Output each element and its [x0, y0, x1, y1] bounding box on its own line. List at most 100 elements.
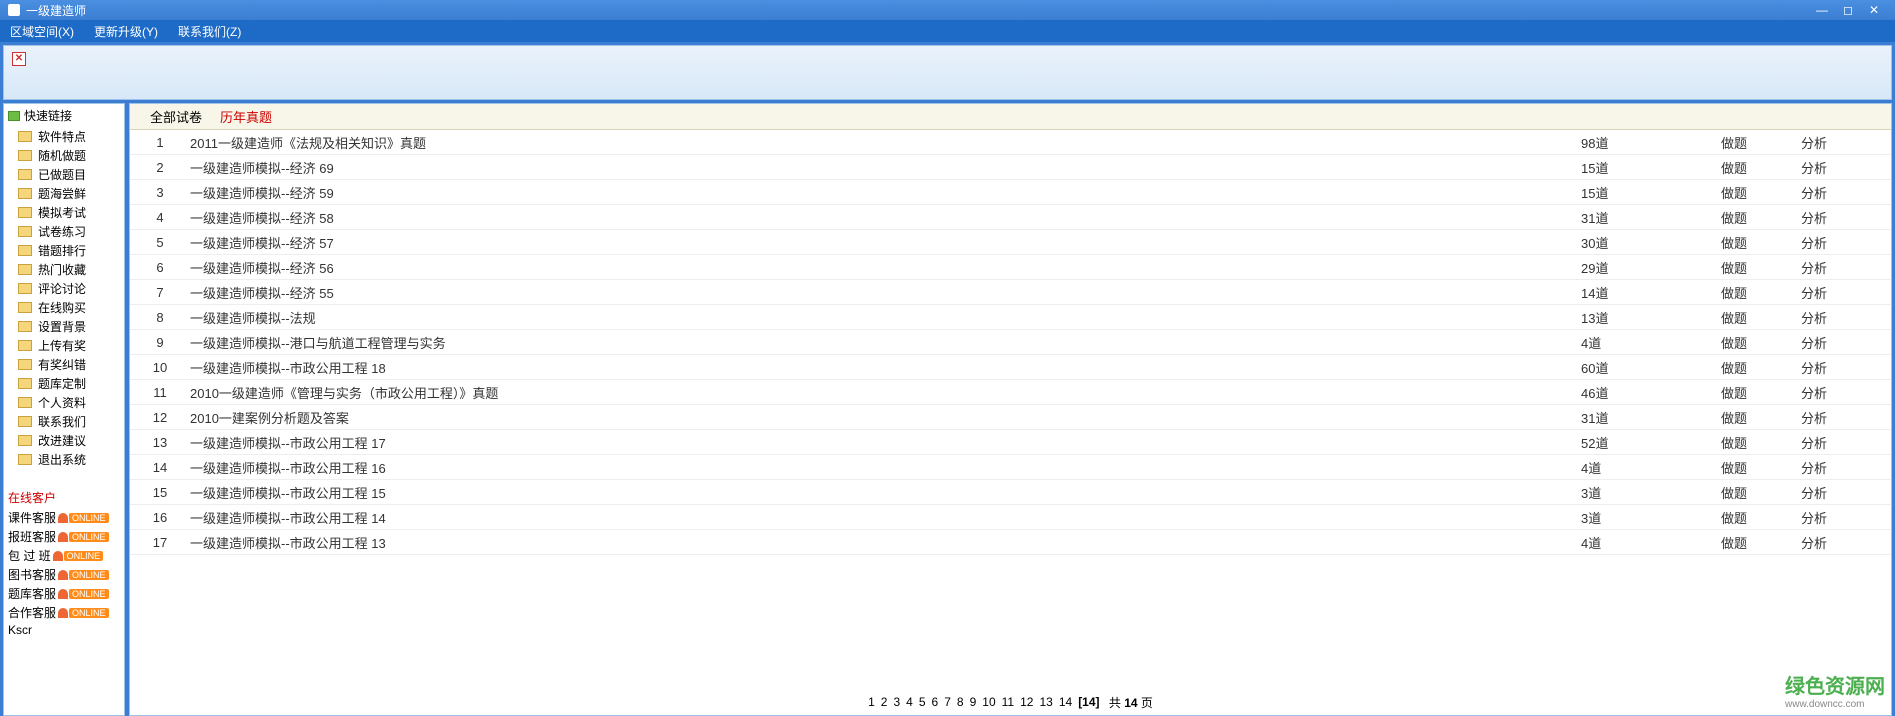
sidebar-item[interactable]: 试卷练习 — [18, 222, 124, 241]
sidebar-item[interactable]: 有奖纠错 — [18, 355, 124, 374]
analyze-link[interactable]: 分析 — [1801, 433, 1881, 452]
cs-item[interactable]: 课件客服ONLINE — [4, 508, 124, 527]
analyze-link[interactable]: 分析 — [1801, 483, 1881, 502]
do-link[interactable]: 做题 — [1721, 433, 1801, 452]
cs-item[interactable]: 图书客服ONLINE — [4, 565, 124, 584]
row-title[interactable]: 一级建造师模拟--经济 59 — [180, 183, 1581, 202]
row-title[interactable]: 2010一级建造师《管理与实务（市政公用工程）》真题 — [180, 383, 1581, 402]
menu-contact[interactable]: 联系我们(Z) — [178, 23, 241, 40]
page-link[interactable]: 1 — [868, 695, 875, 709]
do-link[interactable]: 做题 — [1721, 258, 1801, 277]
sidebar-item[interactable]: 改进建议 — [18, 431, 124, 450]
page-link[interactable]: 12 — [1020, 695, 1033, 709]
sidebar-item[interactable]: 联系我们 — [18, 412, 124, 431]
page-link[interactable]: 14 — [1059, 695, 1072, 709]
minimize-button[interactable]: — — [1809, 3, 1835, 17]
page-link[interactable]: 10 — [982, 695, 995, 709]
sidebar-item[interactable]: 个人资料 — [18, 393, 124, 412]
do-link[interactable]: 做题 — [1721, 408, 1801, 427]
cs-item[interactable]: 题库客服ONLINE — [4, 584, 124, 603]
analyze-link[interactable]: 分析 — [1801, 233, 1881, 252]
sidebar-item[interactable]: 题海尝鲜 — [18, 184, 124, 203]
do-link[interactable]: 做题 — [1721, 308, 1801, 327]
row-title[interactable]: 一级建造师模拟--市政公用工程 14 — [180, 508, 1581, 527]
page-link[interactable]: 9 — [970, 695, 977, 709]
sidebar-item[interactable]: 错题排行 — [18, 241, 124, 260]
row-title[interactable]: 一级建造师模拟--港口与航道工程管理与实务 — [180, 333, 1581, 352]
row-title[interactable]: 一级建造师模拟--经济 69 — [180, 158, 1581, 177]
cs-item[interactable]: Kscr — [4, 622, 124, 638]
do-link[interactable]: 做题 — [1721, 383, 1801, 402]
do-link[interactable]: 做题 — [1721, 133, 1801, 152]
row-title[interactable]: 一级建造师模拟--法规 — [180, 308, 1581, 327]
row-title[interactable]: 一级建造师模拟--市政公用工程 17 — [180, 433, 1581, 452]
row-title[interactable]: 一级建造师模拟--市政公用工程 15 — [180, 483, 1581, 502]
sidebar-item[interactable]: 退出系统 — [18, 450, 124, 469]
menu-update[interactable]: 更新升级(Y) — [94, 23, 158, 40]
analyze-link[interactable]: 分析 — [1801, 208, 1881, 227]
analyze-link[interactable]: 分析 — [1801, 158, 1881, 177]
sidebar-item[interactable]: 随机做题 — [18, 146, 124, 165]
do-link[interactable]: 做题 — [1721, 458, 1801, 477]
sidebar-item[interactable]: 模拟考试 — [18, 203, 124, 222]
page-link[interactable]: 3 — [893, 695, 900, 709]
analyze-link[interactable]: 分析 — [1801, 408, 1881, 427]
tab-all[interactable]: 全部试卷 — [150, 107, 202, 126]
tab-real[interactable]: 历年真题 — [220, 107, 272, 126]
do-link[interactable]: 做题 — [1721, 208, 1801, 227]
sidebar-item[interactable]: 在线购买 — [18, 298, 124, 317]
sidebar-item[interactable]: 热门收藏 — [18, 260, 124, 279]
toolbar-close-icon[interactable]: ✕ — [12, 52, 26, 66]
page-link[interactable]: 8 — [957, 695, 964, 709]
do-link[interactable]: 做题 — [1721, 283, 1801, 302]
sidebar-header[interactable]: 快速链接 — [4, 104, 124, 127]
row-title[interactable]: 一级建造师模拟--经济 55 — [180, 283, 1581, 302]
do-link[interactable]: 做题 — [1721, 333, 1801, 352]
sidebar-item[interactable]: 评论讨论 — [18, 279, 124, 298]
analyze-link[interactable]: 分析 — [1801, 458, 1881, 477]
analyze-link[interactable]: 分析 — [1801, 258, 1881, 277]
close-button[interactable]: ✕ — [1861, 3, 1887, 17]
analyze-link[interactable]: 分析 — [1801, 358, 1881, 377]
page-link[interactable]: 5 — [919, 695, 926, 709]
sidebar-item[interactable]: 设置背景 — [18, 317, 124, 336]
do-link[interactable]: 做题 — [1721, 158, 1801, 177]
menu-area[interactable]: 区域空间(X) — [10, 23, 74, 40]
do-link[interactable]: 做题 — [1721, 483, 1801, 502]
cs-item[interactable]: 包 过 班ONLINE — [4, 546, 124, 565]
row-title[interactable]: 一级建造师模拟--经济 58 — [180, 208, 1581, 227]
do-link[interactable]: 做题 — [1721, 533, 1801, 552]
cs-item[interactable]: 合作客服ONLINE — [4, 603, 124, 622]
analyze-link[interactable]: 分析 — [1801, 283, 1881, 302]
page-link[interactable]: 6 — [932, 695, 939, 709]
row-title[interactable]: 一级建造师模拟--市政公用工程 18 — [180, 358, 1581, 377]
analyze-link[interactable]: 分析 — [1801, 533, 1881, 552]
page-link[interactable]: 13 — [1039, 695, 1052, 709]
analyze-link[interactable]: 分析 — [1801, 308, 1881, 327]
do-link[interactable]: 做题 — [1721, 508, 1801, 527]
analyze-link[interactable]: 分析 — [1801, 183, 1881, 202]
row-title[interactable]: 一级建造师模拟--市政公用工程 13 — [180, 533, 1581, 552]
sidebar-item[interactable]: 已做题目 — [18, 165, 124, 184]
page-link[interactable]: 11 — [1002, 695, 1014, 709]
do-link[interactable]: 做题 — [1721, 233, 1801, 252]
row-title[interactable]: 2011一级建造师《法规及相关知识》真题 — [180, 133, 1581, 152]
cs-item[interactable]: 报班客服ONLINE — [4, 527, 124, 546]
do-link[interactable]: 做题 — [1721, 183, 1801, 202]
row-title[interactable]: 一级建造师模拟--经济 57 — [180, 233, 1581, 252]
row-title[interactable]: 一级建造师模拟--经济 56 — [180, 258, 1581, 277]
analyze-link[interactable]: 分析 — [1801, 133, 1881, 152]
do-link[interactable]: 做题 — [1721, 358, 1801, 377]
sidebar-item[interactable]: 软件特点 — [18, 127, 124, 146]
page-link[interactable]: 4 — [906, 695, 913, 709]
page-link[interactable]: 2 — [881, 695, 888, 709]
analyze-link[interactable]: 分析 — [1801, 383, 1881, 402]
row-title[interactable]: 2010一建案例分析题及答案 — [180, 408, 1581, 427]
page-link[interactable]: 7 — [944, 695, 951, 709]
analyze-link[interactable]: 分析 — [1801, 508, 1881, 527]
maximize-button[interactable]: ◻ — [1835, 3, 1861, 17]
sidebar-item[interactable]: 上传有奖 — [18, 336, 124, 355]
sidebar-item[interactable]: 题库定制 — [18, 374, 124, 393]
row-title[interactable]: 一级建造师模拟--市政公用工程 16 — [180, 458, 1581, 477]
analyze-link[interactable]: 分析 — [1801, 333, 1881, 352]
